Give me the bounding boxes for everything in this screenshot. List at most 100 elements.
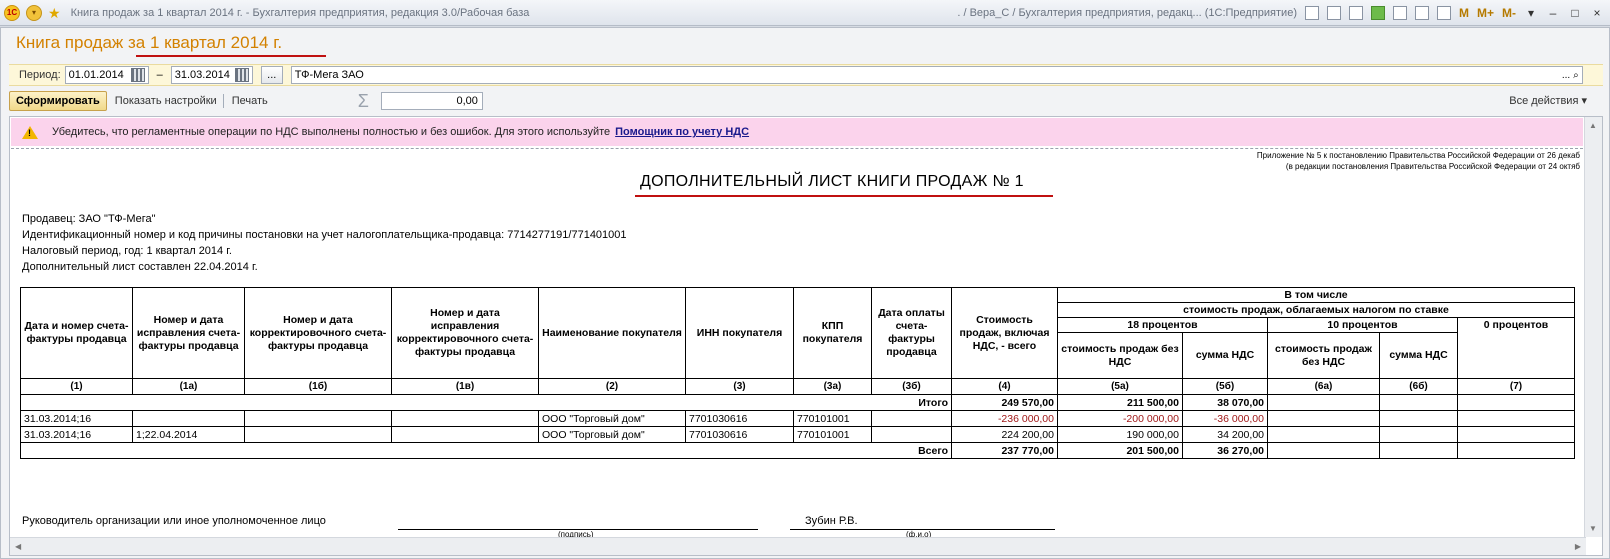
col-number: (3а) [793, 378, 872, 395]
col-number: (1) [20, 378, 133, 395]
generate-button[interactable]: Сформировать [9, 91, 107, 111]
calendar-icon[interactable] [234, 68, 249, 82]
itogo-label: Итого [20, 394, 952, 411]
scroll-up-icon[interactable]: ▲ [1589, 121, 1597, 130]
itogo-col-5b: 38 070,00 [1182, 394, 1268, 411]
header-col-3b: Дата оплаты счета-фактуры продавца [871, 287, 952, 379]
itogo-row: Итого 249 570,00 211 500,00 38 070,00 [20, 394, 1575, 411]
seller-line: Продавец: ЗАО "ТФ-Мега" [22, 213, 156, 225]
signature-label: Руководитель организации или иное уполно… [22, 515, 326, 527]
window-title: Книга продаж за 1 квартал 2014 г. - Бухг… [70, 6, 530, 19]
empty-cell [1457, 410, 1575, 427]
vat-assistant-link[interactable]: Помощник по учету НДС [615, 126, 749, 138]
empty-cell [1267, 442, 1380, 459]
vsego-label: Всего [20, 442, 952, 459]
empty-cell [871, 426, 952, 443]
organization-input[interactable]: ТФ-Мега ЗАО ... ⌕ [290, 66, 1583, 84]
dropdown-icon[interactable]: ▾ [1524, 7, 1538, 19]
print-button[interactable]: Печать [232, 95, 268, 107]
table-row[interactable]: 31.03.2014;16 ООО "Торговый дом" 7701030… [20, 410, 1575, 427]
vsego-col-5a: 201 500,00 [1057, 442, 1183, 459]
header-col-1a: Номер и дата исправления счета-фактуры п… [132, 287, 245, 379]
row-col-3: 7701030616 [685, 426, 794, 443]
row-col-3: 7701030616 [685, 410, 794, 427]
manager-name: Зубин Р.В. [805, 515, 858, 527]
inn-line: Идентификационный номер и код причины по… [22, 229, 627, 241]
home-icon[interactable] [1370, 6, 1385, 20]
empty-cell [244, 410, 392, 427]
window-titlebar: 1С ▾ ★ Книга продаж за 1 квартал 2014 г.… [0, 0, 1610, 26]
app-logo-icon[interactable]: 1С [4, 4, 20, 21]
period-row: Период: 01.01.2014 – 31.03.2014 ... ТФ-М… [9, 64, 1603, 86]
vertical-scrollbar[interactable]: ▲ ▼ [1584, 117, 1602, 537]
col-number: (1в) [391, 378, 539, 395]
row-col-1a [132, 410, 245, 427]
period-line: Налоговый период, год: 1 квартал 2014 г. [22, 245, 232, 257]
row-col-5a: -200 000,00 [1057, 410, 1183, 427]
empty-cell [1457, 394, 1575, 411]
page-border-line [11, 148, 1583, 149]
col-number: (4) [951, 378, 1058, 395]
period-select-button[interactable]: ... [260, 66, 283, 84]
calendar-icon[interactable] [1436, 6, 1451, 20]
header-18-percent: 18 процентов [1057, 317, 1268, 333]
row-col-4: -236 000,00 [951, 410, 1058, 427]
close-icon[interactable]: × [1590, 7, 1604, 19]
row-col-3a: 770101001 [793, 410, 872, 427]
memory-m-button[interactable]: M [1459, 6, 1469, 20]
save-icon[interactable] [1304, 6, 1319, 20]
main-menu-icon[interactable]: ▾ [26, 4, 42, 21]
column-numbers-row: (1) (1а) (1б) (1в) (2) (3) (3а) (3б) (4)… [20, 378, 1575, 395]
horizontal-scrollbar[interactable]: ◀ ▶ [10, 537, 1586, 555]
calendar-icon[interactable] [130, 68, 145, 82]
header-col-5b: сумма НДС [1182, 332, 1268, 379]
vsego-col-4: 237 770,00 [951, 442, 1058, 459]
memory-minus-button[interactable]: M- [1502, 6, 1516, 20]
col-number: (5а) [1057, 378, 1183, 395]
warning-text: Убедитесь, что регламентные операции по … [52, 126, 611, 138]
organization-select-button[interactable]: ... [1562, 70, 1570, 81]
header-10-percent: 10 процентов [1267, 317, 1458, 333]
sales-book-table: Дата и номер счета-фактуры продавца Номе… [20, 287, 1575, 459]
minimize-icon[interactable]: – [1546, 7, 1560, 19]
empty-cell [1267, 394, 1380, 411]
appendix-note-2: (в редакции постановления Правительства … [1285, 162, 1580, 171]
report-title-underline [635, 195, 1053, 197]
maximize-icon[interactable]: □ [1568, 7, 1582, 19]
show-settings-button[interactable]: Показать настройки [115, 95, 217, 107]
date-from-input[interactable]: 01.01.2014 [64, 66, 149, 84]
col-number: (3) [685, 378, 794, 395]
empty-cell [1379, 410, 1458, 427]
title-underline [136, 55, 326, 57]
empty-cell [871, 410, 952, 427]
scroll-right-icon[interactable]: ▶ [1575, 542, 1581, 551]
empty-cell [1379, 442, 1458, 459]
calculator-icon[interactable] [1414, 6, 1429, 20]
empty-cell [1379, 426, 1458, 443]
row-col-1: 31.03.2014;16 [20, 426, 133, 443]
search-icon[interactable]: ⌕ [1573, 70, 1579, 81]
header-col-1b: Номер и дата корректировочного счета-фак… [244, 287, 392, 379]
memory-plus-button[interactable]: M+ [1477, 6, 1494, 20]
preview-icon[interactable] [1348, 6, 1363, 20]
table-row[interactable]: 31.03.2014;16 1;22.04.2014 ООО "Торговый… [20, 426, 1575, 443]
itogo-col-5a: 211 500,00 [1057, 394, 1183, 411]
scroll-down-icon[interactable]: ▼ [1589, 524, 1597, 533]
scroll-left-icon[interactable]: ◀ [15, 542, 21, 551]
row-col-2: ООО "Торговый дом" [538, 426, 686, 443]
all-actions-menu[interactable]: Все действия ▾ [1509, 94, 1587, 107]
favorites-star-icon[interactable]: ★ [48, 6, 61, 20]
row-col-4: 224 200,00 [951, 426, 1058, 443]
itogo-col-4: 249 570,00 [951, 394, 1058, 411]
header-col-6a: стоимость продаж без НДС [1267, 332, 1380, 379]
toolbar: Сформировать Показать настройки Печать Σ… [9, 89, 1603, 113]
link-icon[interactable] [1392, 6, 1407, 20]
row-col-5b: 34 200,00 [1182, 426, 1268, 443]
col-number: (1а) [132, 378, 245, 395]
period-label: Период: [19, 69, 61, 81]
print-icon[interactable] [1326, 6, 1341, 20]
warning-icon-mark: ! [28, 127, 31, 138]
header-including: В том числе [1057, 287, 1575, 303]
date-to-input[interactable]: 31.03.2014 [170, 66, 253, 84]
row-col-1: 31.03.2014;16 [20, 410, 133, 427]
